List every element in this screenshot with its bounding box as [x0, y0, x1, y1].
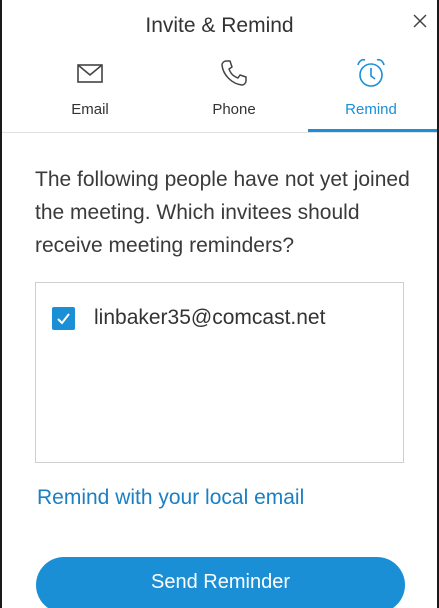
alarm-clock-icon — [354, 56, 388, 90]
checkmark-icon — [57, 312, 70, 325]
close-icon[interactable] — [409, 10, 431, 32]
tab-phone[interactable]: Phone — [168, 52, 300, 132]
tab-remind[interactable]: Remind — [305, 52, 437, 132]
remind-local-email-link[interactable]: Remind with your local email — [37, 486, 304, 510]
invite-remind-dialog: Invite & Remind Email Phone Remind The f… — [0, 0, 439, 608]
invitee-checkbox[interactable] — [52, 306, 75, 330]
list-item[interactable]: linbaker35@comcast.net — [52, 303, 325, 333]
tab-phone-label: Phone — [212, 101, 256, 118]
tab-bar: Email Phone Remind — [2, 52, 437, 133]
dialog-title: Invite & Remind — [145, 14, 294, 37]
tab-remind-label: Remind — [345, 101, 397, 118]
send-reminder-button[interactable]: Send Reminder — [36, 557, 405, 608]
invitee-email: linbaker35@comcast.net — [94, 306, 326, 329]
active-tab-indicator — [308, 129, 437, 132]
tab-email-label: Email — [71, 101, 109, 118]
envelope-icon — [73, 56, 107, 90]
phone-icon — [217, 56, 251, 90]
invitee-list[interactable]: linbaker35@comcast.net — [35, 282, 404, 463]
tab-email[interactable]: Email — [24, 52, 156, 132]
reminder-description: The following people have not yet joined… — [35, 168, 410, 257]
